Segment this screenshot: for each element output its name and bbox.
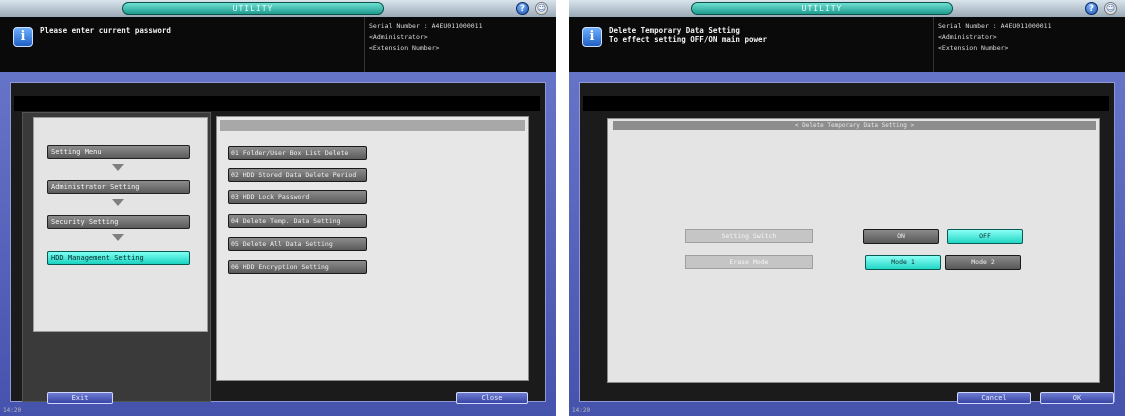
serial-label: Serial Number — [938, 22, 989, 30]
accessibility-icon[interactable]: ☺ — [535, 2, 548, 15]
setting-switch-on-button[interactable]: ON — [863, 229, 939, 244]
clock: 14:20 — [3, 407, 22, 414]
extension-number: <Extension Number> — [369, 44, 440, 52]
menu-hdd-management-setting[interactable]: HDD Management Setting — [47, 251, 190, 265]
title-bar: UTILITY ? ☺ — [0, 0, 556, 17]
user-role: <Administrator> — [369, 33, 428, 41]
message-line-2: To effect setting OFF/ON main power — [609, 35, 768, 44]
arrow-down-icon — [112, 164, 124, 171]
message-text: Please enter current password — [40, 26, 171, 35]
extension-number: <Extension Number> — [938, 44, 1009, 52]
menu-administrator-setting[interactable]: Administrator Setting — [47, 180, 190, 194]
utility-screen-password: UTILITY ? ☺ i Please enter current passw… — [0, 0, 556, 416]
info-icon: i — [13, 27, 33, 47]
item-hdd-encryption-setting[interactable]: 06 HDD Encryption Setting — [228, 260, 367, 274]
setting-switch-off-button[interactable]: OFF — [947, 229, 1023, 244]
erase-mode-2-button[interactable]: Mode 2 — [945, 255, 1021, 270]
erase-mode-1-button[interactable]: Mode 1 — [865, 255, 941, 270]
screen-title: UTILITY — [122, 2, 384, 15]
menu-setting-menu[interactable]: Setting Menu — [47, 145, 190, 159]
title-bar: UTILITY ? ☺ — [569, 0, 1125, 17]
message-area: i Please enter current password — [0, 17, 365, 72]
item-delete-temp-data-setting[interactable]: 04 Delete Temp. Data Setting — [228, 214, 367, 228]
dialog-title: < Delete Temporary Data Setting > — [613, 121, 1096, 130]
serial-value: : A4EU011000011 — [423, 22, 483, 30]
serial-label: Serial Number — [369, 22, 420, 30]
info-icon: i — [582, 27, 602, 47]
cancel-button[interactable]: Cancel — [957, 392, 1031, 404]
header-band — [14, 96, 540, 111]
arrow-down-icon — [112, 199, 124, 206]
arrow-down-icon — [112, 234, 124, 241]
message-line-1: Delete Temporary Data Setting — [609, 26, 740, 35]
erase-mode-label: Erase Mode — [685, 255, 813, 269]
close-button[interactable]: Close — [456, 392, 528, 404]
user-role: <Administrator> — [938, 33, 997, 41]
header-band — [583, 96, 1109, 111]
setting-switch-label: Setting Switch — [685, 229, 813, 243]
clock: 14:20 — [572, 407, 591, 414]
device-info: Serial Number : A4EU011000011 <Administr… — [934, 17, 1125, 72]
help-icon[interactable]: ? — [516, 2, 529, 15]
serial-value: : A4EU011000011 — [992, 22, 1052, 30]
item-delete-all-data-setting[interactable]: 05 Delete All Data Setting — [228, 237, 367, 251]
message-text: Delete Temporary Data Setting To effect … — [609, 26, 767, 44]
delete-temp-data-dialog — [607, 118, 1100, 383]
menu-security-setting[interactable]: Security Setting — [47, 215, 190, 229]
screen-title: UTILITY — [691, 2, 953, 15]
item-hdd-lock-password[interactable]: 03 HDD Lock Password — [228, 190, 367, 204]
accessibility-icon[interactable]: ☺ — [1104, 2, 1117, 15]
item-list-header — [220, 120, 525, 131]
device-info: Serial Number : A4EU011000011 <Administr… — [365, 17, 556, 72]
ok-button[interactable]: OK — [1040, 392, 1114, 404]
help-icon[interactable]: ? — [1085, 2, 1098, 15]
utility-screen-delete-temp-data: UTILITY ? ☺ i Delete Temporary Data Sett… — [569, 0, 1125, 416]
message-area: i Delete Temporary Data Setting To effec… — [569, 17, 934, 72]
exit-button[interactable]: Exit — [47, 392, 113, 404]
item-hdd-stored-data-delete-period[interactable]: 02 HDD Stored Data Delete Period — [228, 168, 367, 182]
item-folder-user-box-list-delete[interactable]: 01 Folder/User Box List Delete — [228, 146, 367, 160]
